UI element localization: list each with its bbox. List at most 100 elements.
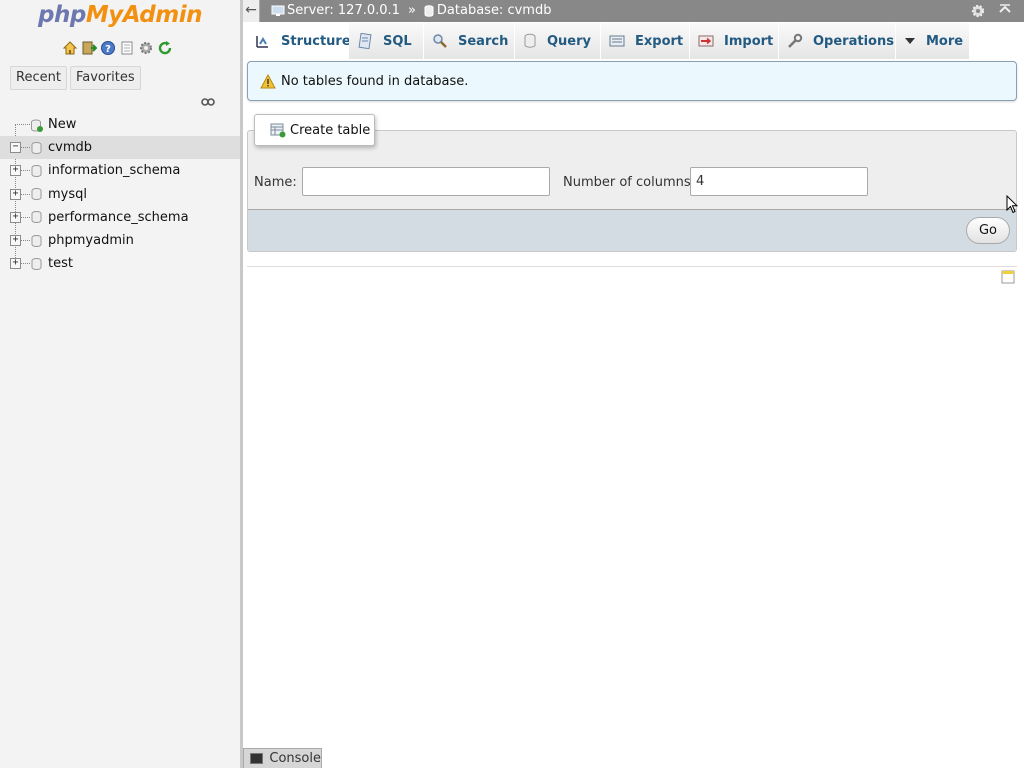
divider xyxy=(247,266,1017,267)
recent-favorites-bar: Recent Favorites xyxy=(10,66,141,90)
tree-item-mysql[interactable]: + mysql xyxy=(0,183,240,206)
tab-label: Export xyxy=(635,33,684,49)
nav-resizer[interactable] xyxy=(240,0,243,768)
create-table-title: Create table xyxy=(290,122,371,138)
tree-item-performance-schema[interactable]: + performance_schema xyxy=(0,206,240,229)
collapse-icon[interactable]: − xyxy=(10,142,21,154)
search-icon xyxy=(432,33,448,49)
tree-item-cvmdb[interactable]: − cvmdb xyxy=(0,136,240,160)
tree-item-phpmyadmin[interactable]: + phpmyadmin xyxy=(0,229,240,252)
tree-item-label[interactable]: New xyxy=(48,117,76,132)
expand-icon[interactable]: + xyxy=(10,165,21,177)
database-icon xyxy=(424,4,434,17)
breadcrumb-bar: ← Server: 127.0.0.1 » Database: cvmdb xyxy=(243,0,1024,22)
recent-button[interactable]: Recent xyxy=(10,66,67,90)
breadcrumb-database[interactable]: Database: cvmdb xyxy=(437,3,552,18)
tree-item-label[interactable]: mysql xyxy=(48,187,87,202)
main-tabs: Structure SQL Search Query Export Import xyxy=(247,23,970,59)
docs-icon[interactable] xyxy=(119,40,135,56)
tab-label: More xyxy=(926,33,964,49)
link-with-main-panel-icon[interactable] xyxy=(201,96,215,111)
database-icon xyxy=(31,257,42,270)
tab-label: Structure xyxy=(281,33,351,49)
collapse-top-icon[interactable] xyxy=(998,3,1012,23)
database-icon xyxy=(31,211,42,224)
tab-label: Query xyxy=(547,33,592,49)
create-table-legend: Create table xyxy=(254,114,375,146)
svg-text:?: ? xyxy=(105,44,111,55)
notice-text: No tables found in database. xyxy=(281,73,469,89)
phpmyadmin-logo[interactable]: phpMyAdmin xyxy=(0,2,240,28)
tree-item-label[interactable]: performance_schema xyxy=(48,210,189,225)
tree-item-label[interactable]: cvmdb xyxy=(48,140,92,155)
database-icon xyxy=(31,188,42,201)
expand-icon[interactable]: + xyxy=(10,235,21,247)
console-label: Console xyxy=(269,751,321,766)
console-icon xyxy=(250,753,264,764)
query-icon xyxy=(523,33,537,49)
export-icon xyxy=(609,33,625,49)
import-icon xyxy=(698,33,714,49)
tab-search[interactable]: Search xyxy=(424,23,515,59)
number-of-columns-label: Number of columns: xyxy=(563,175,696,190)
navigation-panel: phpMyAdmin ? Recent Favorites New − cvmd… xyxy=(0,0,240,768)
logo-my-text: My xyxy=(85,2,123,28)
breadcrumb-separator: » xyxy=(407,3,416,18)
go-button[interactable]: Go xyxy=(966,217,1010,244)
tab-label: Search xyxy=(458,33,509,49)
table-add-icon xyxy=(270,123,286,138)
favorites-button[interactable]: Favorites xyxy=(69,66,141,90)
gear-icon[interactable] xyxy=(138,40,154,56)
chevron-down-icon xyxy=(904,36,916,46)
create-table-footer xyxy=(248,209,1016,251)
database-icon xyxy=(31,164,42,177)
table-name-input[interactable] xyxy=(302,167,550,196)
tree-item-label[interactable]: phpmyadmin xyxy=(48,233,134,248)
number-of-columns-input[interactable] xyxy=(690,167,868,196)
tab-more[interactable]: More xyxy=(896,23,970,59)
tab-structure[interactable]: Structure xyxy=(247,23,351,59)
reload-icon[interactable] xyxy=(157,40,173,56)
new-database-icon xyxy=(31,119,43,132)
database-icon xyxy=(31,234,42,247)
tree-item-label[interactable]: information_schema xyxy=(48,163,180,178)
expand-icon[interactable]: + xyxy=(10,258,21,270)
tab-label: Operations xyxy=(813,33,894,49)
mouse-cursor-icon xyxy=(1006,194,1019,219)
structure-icon xyxy=(255,33,271,49)
tab-query[interactable]: Query xyxy=(515,23,601,59)
server-icon xyxy=(271,5,285,17)
tab-sql[interactable]: SQL xyxy=(349,23,424,59)
nav-icon-bar: ? xyxy=(62,40,173,58)
notice-box: No tables found in database. xyxy=(247,61,1017,101)
settings-gear-icon[interactable] xyxy=(970,3,986,23)
warning-icon xyxy=(260,73,276,89)
tree-item-information-schema[interactable]: + information_schema xyxy=(0,159,240,182)
tree-item-label[interactable]: test xyxy=(48,256,73,271)
wrench-icon xyxy=(787,33,803,49)
sql-icon xyxy=(357,33,373,49)
tab-label: Import xyxy=(724,33,774,49)
console-toggle[interactable]: Console xyxy=(243,748,322,768)
database-icon xyxy=(31,141,42,154)
topbar-actions xyxy=(970,3,1012,23)
home-icon[interactable] xyxy=(62,40,78,56)
tab-export[interactable]: Export xyxy=(601,23,690,59)
table-name-label: Name: xyxy=(254,175,297,190)
help-icon[interactable]: ? xyxy=(100,40,116,56)
tree-item-new[interactable]: New xyxy=(0,113,240,136)
breadcrumb-server[interactable]: Server: 127.0.0.1 xyxy=(287,3,400,18)
logo-admin-text: Admin xyxy=(122,2,203,28)
tab-import[interactable]: Import xyxy=(690,23,779,59)
collapse-nav-button[interactable]: ← xyxy=(243,0,260,22)
tab-operations[interactable]: Operations xyxy=(779,23,896,59)
tree-item-test[interactable]: + test xyxy=(0,252,240,275)
expand-icon[interactable]: + xyxy=(10,211,21,223)
breadcrumb: Server: 127.0.0.1 » Database: cvmdb xyxy=(271,3,551,18)
logo-php-text: php xyxy=(38,2,86,28)
database-tree: New − cvmdb + information_schema + mysql… xyxy=(0,113,240,275)
exit-icon[interactable] xyxy=(81,40,97,56)
page-settings-icon[interactable] xyxy=(1001,270,1015,284)
expand-icon[interactable]: + xyxy=(10,188,21,200)
tab-label: SQL xyxy=(383,33,412,49)
